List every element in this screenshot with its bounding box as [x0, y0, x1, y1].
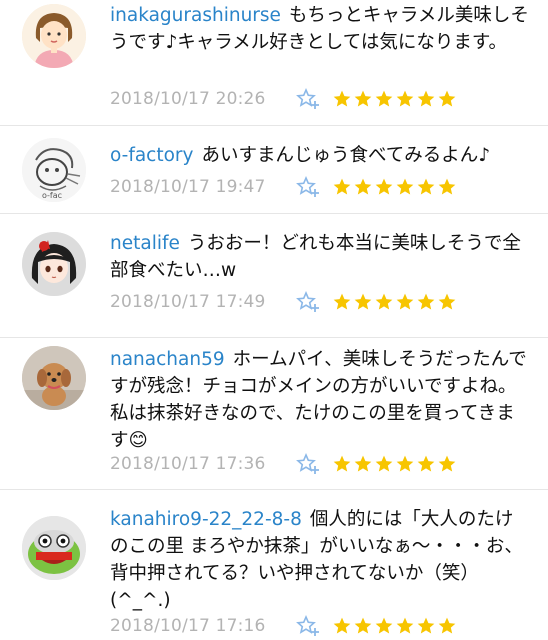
add-favorite-star-icon[interactable]: [296, 290, 320, 314]
comment-item: nanachan59 ホームパイ、美味しそうだったんですが残念！チョコがメインの方…: [0, 338, 548, 490]
star-rating: [332, 454, 457, 474]
star-filled-icon: [374, 292, 394, 312]
star-filled-icon: [416, 177, 436, 197]
star-filled-icon: [353, 292, 373, 312]
comment-username[interactable]: nanachan59: [110, 349, 225, 370]
comment-item: netalife うおおー！どれも本当に美味しそうで全部食べたい…w 2018/1…: [0, 214, 548, 338]
user-avatar[interactable]: [22, 232, 86, 296]
star-filled-icon: [437, 292, 457, 312]
svg-text:o-fac: o-fac: [42, 191, 62, 200]
comment-body: o-factory あいすまんじゅう食べてみるよん♪: [110, 142, 530, 169]
comment-item: kanahiro9-22_22-8-8 個人的には「大人のたけのこの里 まろやか抹…: [0, 490, 548, 640]
star-filled-icon: [332, 89, 352, 109]
user-avatar[interactable]: [22, 4, 86, 68]
star-filled-icon: [437, 177, 457, 197]
comment-timestamp: 2018/10/17 17:36: [110, 454, 266, 474]
star-filled-icon: [395, 89, 415, 109]
comment-timestamp: 2018/10/17 17:49: [110, 292, 266, 312]
star-filled-icon: [395, 177, 415, 197]
comment-list: inakagurashinurse もちっとキャラメル美味しそうです♪キャラメル好…: [0, 0, 548, 640]
star-filled-icon: [416, 89, 436, 109]
star-filled-icon: [332, 177, 352, 197]
star-filled-icon: [395, 616, 415, 636]
user-avatar[interactable]: [22, 516, 86, 580]
comment-username[interactable]: o-factory: [110, 145, 194, 166]
comment-timestamp: 2018/10/17 17:16: [110, 616, 266, 636]
star-filled-icon: [374, 616, 394, 636]
star-filled-icon: [437, 89, 457, 109]
user-avatar[interactable]: o-fac: [22, 138, 86, 202]
star-filled-icon: [353, 177, 373, 197]
comment-body: netalife うおおー！どれも本当に美味しそうで全部食べたい…w: [110, 230, 530, 284]
comment-body: kanahiro9-22_22-8-8 個人的には「大人のたけのこの里 まろやか抹…: [110, 506, 530, 614]
star-filled-icon: [374, 89, 394, 109]
star-rating: [332, 292, 457, 312]
star-filled-icon: [374, 177, 394, 197]
star-filled-icon: [437, 616, 457, 636]
star-filled-icon: [416, 616, 436, 636]
star-filled-icon: [353, 89, 373, 109]
star-filled-icon: [395, 292, 415, 312]
comment-meta: 2018/10/17 17:36: [110, 451, 457, 477]
comment-username[interactable]: netalife: [110, 233, 180, 254]
star-filled-icon: [395, 454, 415, 474]
star-rating: [332, 616, 457, 636]
star-filled-icon: [416, 292, 436, 312]
comment-meta: 2018/10/17 17:16: [110, 613, 457, 639]
comment-timestamp: 2018/10/17 19:47: [110, 177, 266, 197]
comment-username[interactable]: kanahiro9-22_22-8-8: [110, 509, 302, 530]
star-filled-icon: [437, 454, 457, 474]
comment-body: nanachan59 ホームパイ、美味しそうだったんですが残念！チョコがメインの方…: [110, 346, 530, 454]
star-filled-icon: [332, 454, 352, 474]
comment-text: あいすまんじゅう食べてみるよん♪: [201, 145, 491, 166]
add-favorite-star-icon[interactable]: [296, 87, 320, 111]
comment-username[interactable]: inakagurashinurse: [110, 5, 281, 26]
comment-body: inakagurashinurse もちっとキャラメル美味しそうです♪キャラメル好…: [110, 2, 530, 56]
comment-item: inakagurashinurse もちっとキャラメル美味しそうです♪キャラメル好…: [0, 0, 548, 126]
star-filled-icon: [332, 616, 352, 636]
comment-meta: 2018/10/17 19:47: [110, 174, 457, 200]
star-filled-icon: [353, 454, 373, 474]
star-rating: [332, 89, 457, 109]
star-filled-icon: [353, 616, 373, 636]
comment-timestamp: 2018/10/17 20:26: [110, 89, 266, 109]
user-avatar[interactable]: [22, 346, 86, 410]
add-favorite-star-icon[interactable]: [296, 614, 320, 638]
add-favorite-star-icon[interactable]: [296, 452, 320, 476]
add-favorite-star-icon[interactable]: [296, 175, 320, 199]
star-filled-icon: [416, 454, 436, 474]
star-rating: [332, 177, 457, 197]
comment-item: o-fac o-factory あいすまんじゅう食べてみるよん♪ 2018/10/…: [0, 126, 548, 214]
comment-meta: 2018/10/17 20:26: [110, 86, 457, 112]
star-filled-icon: [332, 292, 352, 312]
star-filled-icon: [374, 454, 394, 474]
comment-meta: 2018/10/17 17:49: [110, 289, 457, 315]
